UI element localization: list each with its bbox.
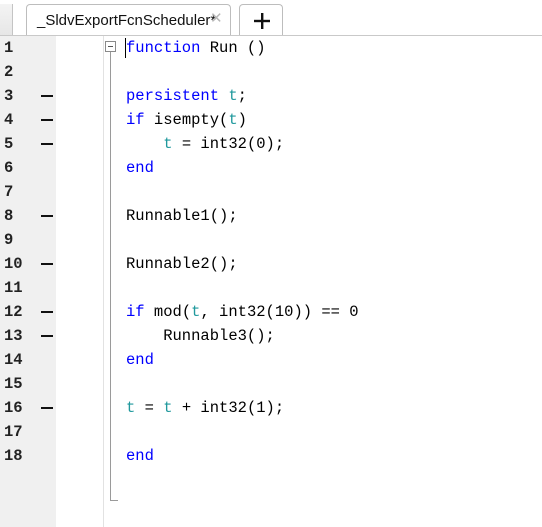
line-number: 12: [4, 303, 23, 321]
line-number: 2: [4, 63, 14, 81]
code-token: mod(: [144, 303, 192, 321]
code-line[interactable]: 13 Runnable3();: [0, 324, 542, 348]
code-token: isempty(: [144, 111, 229, 129]
code-token: Runnable3();: [126, 327, 275, 345]
code-line[interactable]: 15: [0, 372, 542, 396]
code-token: Run (): [200, 39, 266, 57]
code-line[interactable]: 2: [0, 60, 542, 84]
keyword-token: end: [126, 159, 154, 177]
code-text: end: [126, 348, 154, 372]
code-token: Runnable2();: [126, 255, 238, 273]
line-number: 14: [4, 351, 23, 369]
code-line[interactable]: 16 t = t + int32(1);: [0, 396, 542, 420]
breakpoint-dash-icon[interactable]: [41, 143, 53, 145]
code-line[interactable]: 12 if mod(t, int32(10)) == 0: [0, 300, 542, 324]
code-text: end: [126, 156, 154, 180]
variable-token: t: [163, 399, 173, 417]
code-text: t = t + int32(1);: [126, 396, 284, 420]
text-caret: [125, 38, 126, 58]
breakpoint-dash-icon[interactable]: [41, 311, 53, 313]
code-line[interactable]: 9: [0, 228, 542, 252]
line-number: 15: [4, 375, 23, 393]
code-line[interactable]: 6 end: [0, 156, 542, 180]
line-number: 4: [4, 111, 14, 129]
line-number: 1: [4, 39, 14, 57]
keyword-token: end: [126, 351, 154, 369]
code-line[interactable]: 10 Runnable2();: [0, 252, 542, 276]
breakpoint-dash-icon[interactable]: [41, 263, 53, 265]
breakpoint-dash-icon[interactable]: [41, 119, 53, 121]
code-line[interactable]: 11: [0, 276, 542, 300]
fold-toggle-icon[interactable]: [105, 41, 116, 52]
code-line[interactable]: 5 t = int32(0);: [0, 132, 542, 156]
line-number: 5: [4, 135, 14, 153]
code-line[interactable]: 17: [0, 420, 542, 444]
variable-token: t: [228, 87, 238, 105]
line-number: 13: [4, 327, 23, 345]
line-number: 11: [4, 279, 23, 297]
breakpoint-dash-icon[interactable]: [41, 335, 53, 337]
variable-token: t: [163, 135, 173, 153]
breakpoint-dash-icon[interactable]: [41, 407, 53, 409]
line-number: 10: [4, 255, 23, 273]
code-token: = int32(0);: [172, 135, 285, 153]
fold-guide: [110, 52, 111, 501]
code-text: Runnable1();: [126, 204, 238, 228]
code-text: if mod(t, int32(10)) == 0: [126, 300, 359, 324]
variable-token: t: [228, 111, 238, 129]
code-token: , int32(10)) == 0: [200, 303, 359, 321]
code-text: function Run (): [126, 36, 266, 60]
plus-icon: [254, 13, 270, 29]
code-text: t = int32(0);: [126, 132, 284, 156]
breakpoint-dash-icon[interactable]: [41, 95, 53, 97]
tab-scroll-stub[interactable]: [0, 4, 13, 36]
code-line[interactable]: 4 if isempty(t): [0, 108, 542, 132]
line-number: 7: [4, 183, 14, 201]
variable-token: t: [126, 399, 136, 417]
code-line[interactable]: 3 persistent t;: [0, 84, 542, 108]
keyword-token: end: [126, 447, 154, 465]
keyword-token: if: [126, 303, 145, 321]
code-text: Runnable2();: [126, 252, 238, 276]
code-line[interactable]: 14 end: [0, 348, 542, 372]
line-number: 18: [4, 447, 23, 465]
code-token: + int32(1);: [172, 399, 285, 417]
tab-title: _SldvExportFcnScheduler*: [37, 12, 217, 29]
code-line[interactable]: 7: [0, 180, 542, 204]
line-number: 6: [4, 159, 14, 177]
line-number: 8: [4, 207, 14, 225]
line-number: 9: [4, 231, 14, 249]
code-text: persistent t;: [126, 84, 247, 108]
code-token: ): [237, 111, 247, 129]
line-number: 16: [4, 399, 23, 417]
code-text: end: [126, 444, 154, 468]
keyword-token: persistent: [126, 87, 229, 105]
code-token: Runnable1();: [126, 207, 238, 225]
code-token: ;: [237, 87, 247, 105]
keyword-token: function: [126, 39, 201, 57]
code-token: =: [135, 399, 164, 417]
tab-bar: _SldvExportFcnScheduler* ✕: [0, 0, 542, 36]
code-line[interactable]: 18 end: [0, 444, 542, 468]
close-icon[interactable]: ✕: [210, 11, 223, 26]
breakpoint-dash-icon[interactable]: [41, 215, 53, 217]
code-line[interactable]: 1 function Run (): [0, 36, 542, 60]
new-tab-button[interactable]: [239, 4, 283, 36]
line-number: 17: [4, 423, 23, 441]
keyword-token: if: [126, 111, 145, 129]
code-text: Runnable3();: [126, 324, 275, 348]
code-text: if isempty(t): [126, 108, 247, 132]
fold-guide-end: [110, 500, 118, 501]
code-line[interactable]: 8 Runnable1();: [0, 204, 542, 228]
tab-file[interactable]: _SldvExportFcnScheduler* ✕: [26, 4, 231, 36]
line-number: 3: [4, 87, 14, 105]
